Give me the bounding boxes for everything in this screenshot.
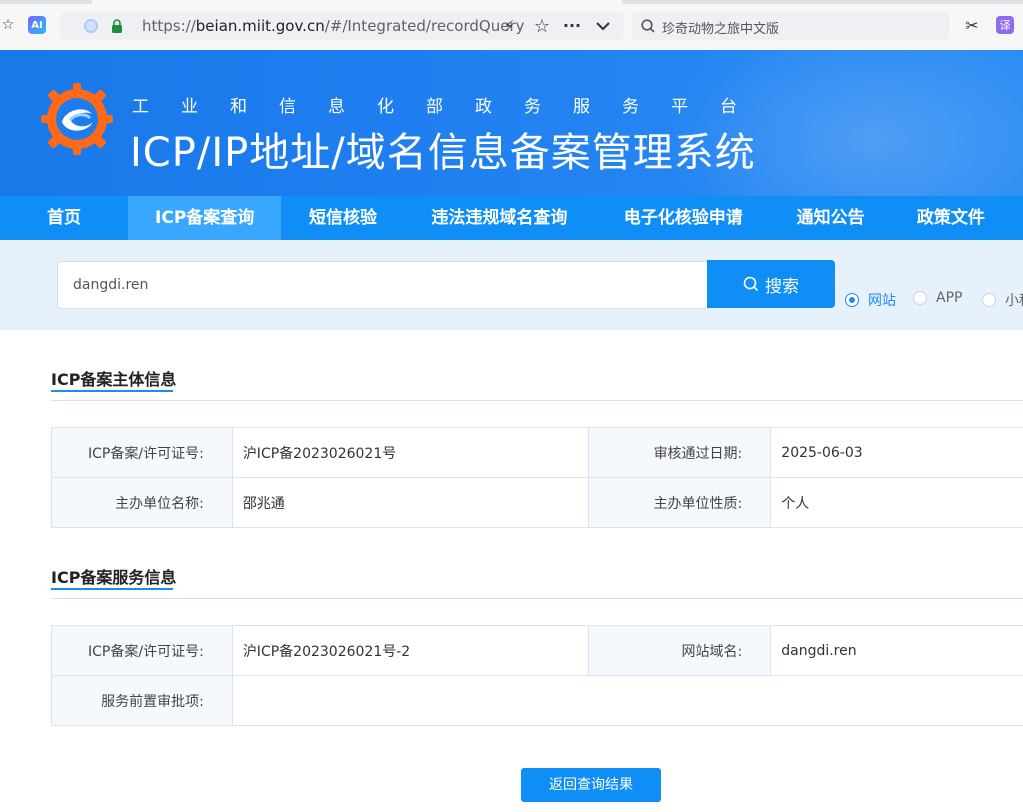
nav-item-e-verify[interactable]: 电子化核验申请 [594,196,772,240]
nav-item-icp-query[interactable]: ICP备案查询 [127,196,282,240]
browser-search-box[interactable]: 珍奇动物之旅中文版 [632,12,950,40]
back-to-results-button[interactable]: 返回查询结果 [521,768,661,802]
url-text: https://beian.miit.gov.cn/#/Integrated/r… [142,17,525,35]
nav-item-home[interactable]: 首页 [0,196,128,240]
ai-assistant-icon[interactable]: AI [28,16,46,34]
ministry-name: 工业和信息化部政务服务平台 [132,97,769,117]
radio-app[interactable]: APP [913,290,962,306]
system-title: ICP/IP地址/域名信息备案管理系统 [130,130,756,176]
favorites-icon[interactable]: ☆ [0,16,16,34]
radio-label: APP [936,290,963,306]
section-underline [51,588,173,590]
domain-value: dangdi.ren [770,625,1023,676]
sponsor-name-label: 主办单位名称: [51,477,233,528]
site-header: 工业和信息化部政务服务平台 ICP/IP地址/域名信息备案管理系统 [0,50,1023,196]
more-menu-icon[interactable]: ··· [562,15,582,35]
tab-strip [0,0,1023,4]
radio-dot [982,293,996,307]
service-info-table: ICP备案/许可证号: 沪ICP备2023026021号-2 网站域名: dan… [51,625,1023,726]
approval-date-value: 2025-06-03 [770,427,1023,478]
radio-dot [913,291,927,305]
nav-item-policy[interactable]: 政策文件 [889,196,1023,240]
lock-icon [110,18,124,34]
browser-search-text: 珍奇动物之旅中文版 [662,22,780,37]
radio-mini-program[interactable]: 小程序 [982,290,1023,310]
table-row: ICP备案/许可证号: 沪ICP备2023026021号-2 网站域名: dan… [51,625,1023,676]
section-underline [51,390,173,392]
nav-item-illegal-domain[interactable]: 违法违规域名查询 [405,196,595,240]
browser-toolbar: ☆ AI https://beian.miit.gov.cn/#/Integra… [0,0,1023,50]
domain-search-input[interactable] [57,261,709,309]
chevron-down-icon[interactable] [594,17,612,35]
sponsor-type-label: 主办单位性质: [588,477,772,528]
table-row: 主办单位名称: 邵兆通 主办单位性质: 个人 [51,477,1023,528]
approval-date-label: 审核通过日期: [588,427,772,478]
search-icon [640,18,656,34]
domain-label: 网站域名: [588,625,772,676]
entity-section-title: ICP备案主体信息 [51,370,177,389]
radio-dot [845,293,859,307]
service-section-title: ICP备案服务信息 [51,568,177,587]
translate-icon[interactable]: 译 [996,16,1014,34]
table-row: ICP备案/许可证号: 沪ICP备2023026021号 审核通过日期: 202… [51,427,1023,478]
active-tab[interactable] [92,0,622,4]
radio-label: 小程序 [1005,293,1023,309]
license-label: ICP备案/许可证号: [51,427,233,478]
table-row: 服务前置审批项: [51,675,1023,726]
section-divider [51,598,1023,599]
entity-info-table: ICP备案/许可证号: 沪ICP备2023026021号 审核通过日期: 202… [51,427,1023,528]
search-icon [743,276,759,292]
search-area: 搜索 网站 APP 小程序 [0,240,1023,330]
search-button-label: 搜索 [765,276,799,297]
address-bar[interactable]: https://beian.miit.gov.cn/#/Integrated/r… [60,12,624,40]
sponsor-name-value: 邵兆通 [231,477,590,528]
lightning-icon[interactable]: ⚡ [500,17,518,35]
site-info-icon[interactable] [84,19,98,33]
pre-approval-value [231,675,1023,726]
scissors-icon[interactable]: ✂ [963,16,981,35]
service-license-value: 沪ICP备2023026021号-2 [231,625,590,676]
nav-item-sms-verify[interactable]: 短信核验 [281,196,404,240]
radio-website[interactable]: 网站 [845,290,896,310]
license-value: 沪ICP备2023026021号 [231,427,590,478]
miit-logo-icon [41,83,113,155]
nav-item-notices[interactable]: 通知公告 [772,196,889,240]
sponsor-type-value: 个人 [770,477,1023,528]
service-license-label: ICP备案/许可证号: [51,625,233,676]
pre-approval-label: 服务前置审批项: [51,675,233,726]
main-nav: 首页 ICP备案查询 短信核验 违法违规域名查询 电子化核验申请 通知公告 政策… [0,196,1023,240]
radio-label: 网站 [868,293,896,309]
star-bookmark-icon[interactable]: ☆ [532,16,552,37]
search-button[interactable]: 搜索 [707,260,835,308]
section-divider [51,400,1023,401]
